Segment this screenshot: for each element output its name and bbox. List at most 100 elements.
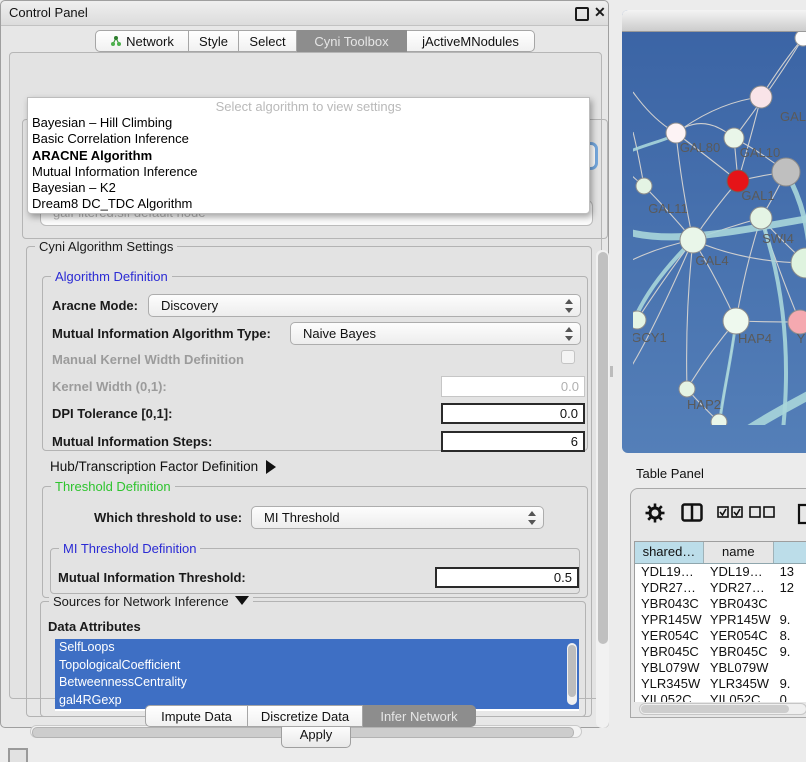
algorithm-option[interactable]: Bayesian – K2 — [28, 180, 589, 196]
algorithm-option[interactable]: Mutual Information Inference — [28, 164, 589, 180]
tab-label: Impute Data — [161, 709, 232, 724]
network-node-label: GCY1 — [633, 330, 667, 345]
algorithm-option[interactable]: Dream8 DC_TDC Algorithm — [28, 196, 589, 212]
table-horizontal-scrollbar[interactable] — [639, 703, 806, 715]
table-row[interactable]: YDR27…YDR27…12 — [635, 580, 806, 596]
network-canvas[interactable]: GALGAL80GAL10GAL1GAL11SWI4GAL4GCY1HAP4YH… — [633, 32, 806, 425]
expanded-arrow-icon — [235, 596, 249, 605]
data-attribute-item[interactable]: SelfLoops — [55, 639, 579, 657]
network-window-titlebar[interactable] — [622, 10, 806, 32]
network-node-label: GAL1 — [741, 188, 774, 203]
hub-definition-toggle[interactable]: Hub/Transcription Factor Definition — [50, 459, 276, 474]
kernel-width-field[interactable] — [441, 376, 585, 397]
attributes-list-scrollbar[interactable] — [567, 643, 577, 705]
which-threshold-combobox[interactable]: MI Threshold — [251, 506, 544, 529]
mi-type-label: Mutual Information Algorithm Type: — [52, 326, 271, 341]
which-threshold-label: Which threshold to use: — [94, 510, 242, 525]
sources-group-label[interactable]: Sources for Network Inference — [49, 594, 253, 609]
float-panel-icon[interactable] — [575, 7, 589, 21]
table-cell: 13 — [774, 564, 806, 580]
tab-infer-network[interactable]: Infer Network — [363, 705, 476, 727]
mi-type-value: Naive Bayes — [303, 326, 376, 341]
table-cell: YBR045C — [635, 644, 704, 660]
network-node[interactable] — [679, 381, 695, 397]
network-edge[interactable] — [637, 240, 693, 320]
column-header[interactable]: name — [704, 542, 774, 563]
data-attribute-item[interactable]: BetweennessCentrality — [55, 674, 579, 692]
table-cell: YLR345W — [635, 676, 704, 692]
table-cell: YER054C — [635, 628, 704, 644]
table-row[interactable]: YDL19…YDL19…13 — [635, 564, 806, 580]
control-panel-title: Control Panel — [9, 5, 88, 20]
which-threshold-value: MI Threshold — [264, 510, 340, 525]
dpi-tolerance-field[interactable] — [441, 403, 585, 424]
tab-select[interactable]: Select — [239, 30, 297, 52]
gear-icon[interactable] — [645, 503, 665, 523]
algorithm-dropdown-prompt: Select algorithm to view settings — [28, 98, 589, 115]
algorithm-option[interactable]: Bayesian – Hill Climbing — [28, 115, 589, 131]
column-header[interactable]: shared… — [635, 542, 704, 563]
manual-kernel-checkbox[interactable] — [561, 350, 575, 364]
table-cell: 0. — [774, 692, 806, 702]
columns-icon[interactable] — [681, 503, 703, 522]
tab-style[interactable]: Style — [189, 30, 239, 52]
network-node[interactable] — [680, 227, 706, 253]
tab-jactivemnodules[interactable]: jActiveMNodules — [407, 30, 535, 52]
algorithm-option[interactable]: Basic Correlation Inference — [28, 131, 589, 147]
deselect-all-icon[interactable] — [749, 506, 775, 518]
hub-definition-label: Hub/Transcription Factor Definition — [50, 459, 258, 474]
algorithm-option[interactable]: ARACNE Algorithm — [28, 148, 589, 164]
combo-spinner-icon — [527, 511, 536, 525]
network-edge-highlighted[interactable] — [719, 321, 736, 425]
tab-label: Style — [199, 34, 228, 49]
control-panel-window: Control Panel ✕ Network Style SelectCyni T… — [0, 0, 609, 728]
network-node[interactable] — [711, 414, 727, 425]
data-attribute-item[interactable]: TopologicalCoefficient — [55, 657, 579, 675]
mi-threshold-field[interactable] — [435, 567, 579, 588]
aracne-mode-combobox[interactable]: Discovery — [148, 294, 581, 317]
network-node[interactable] — [795, 32, 806, 46]
table-row[interactable]: YIL052CYIL052C0. — [635, 692, 806, 702]
mi-steps-field[interactable] — [441, 431, 585, 452]
network-node[interactable] — [636, 178, 652, 194]
network-node-label: Y — [797, 331, 806, 346]
table-cell: 9. — [774, 676, 806, 692]
tab-discretize-data[interactable]: Discretize Data — [248, 705, 363, 727]
network-node[interactable] — [750, 207, 772, 229]
split-pane-handle[interactable] — [610, 366, 613, 377]
network-node[interactable] — [772, 158, 800, 186]
threshold-definition-label: Threshold Definition — [51, 479, 175, 494]
network-edge[interactable] — [687, 240, 693, 389]
settings-vertical-scrollbar[interactable] — [596, 250, 609, 728]
table-row[interactable]: YBL079WYBL079W — [635, 660, 806, 676]
table-cell: YBR043C — [635, 596, 704, 612]
close-icon[interactable]: ✕ — [594, 4, 606, 21]
table-cell: 8. — [774, 628, 806, 644]
table-row[interactable]: YBR043CYBR043C — [635, 596, 806, 612]
algorithm-dropdown-popup: Select algorithm to view settings Bayesi… — [27, 97, 590, 214]
network-node-label: HAP2 — [687, 397, 721, 412]
column-header[interactable] — [774, 542, 806, 563]
table-row[interactable]: YBR045CYBR045C9. — [635, 644, 806, 660]
control-panel-titlebar[interactable]: Control Panel ✕ — [1, 1, 608, 26]
select-all-icon[interactable] — [717, 506, 743, 518]
network-node[interactable] — [750, 86, 772, 108]
table-row[interactable]: YPR145WYPR145W9. — [635, 612, 806, 628]
mi-threshold-label: Mutual Information Threshold: — [58, 570, 246, 585]
aracne-mode-label: Aracne Mode: — [52, 298, 138, 313]
tab-cyni-toolbox[interactable]: Cyni Toolbox — [297, 30, 407, 52]
mi-type-combobox[interactable]: Naive Bayes — [290, 322, 581, 345]
cyni-settings-group-label: Cyni Algorithm Settings — [35, 239, 177, 254]
network-node[interactable] — [633, 311, 646, 329]
dock-panel-icon[interactable] — [8, 748, 28, 762]
table-cell: YBL079W — [635, 660, 704, 676]
table-row[interactable]: YER054CYER054C8. — [635, 628, 806, 644]
network-node[interactable] — [791, 248, 806, 278]
manual-kernel-label: Manual Kernel Width Definition — [52, 352, 244, 367]
table-row[interactable]: YLR345WYLR345W9. — [635, 676, 806, 692]
network-edge-highlighted[interactable] — [748, 394, 806, 425]
new-table-icon[interactable] — [797, 503, 806, 525]
table-cell: YBR045C — [704, 644, 774, 660]
tab-network[interactable]: Network — [95, 30, 189, 52]
tab-impute-data[interactable]: Impute Data — [145, 705, 248, 727]
